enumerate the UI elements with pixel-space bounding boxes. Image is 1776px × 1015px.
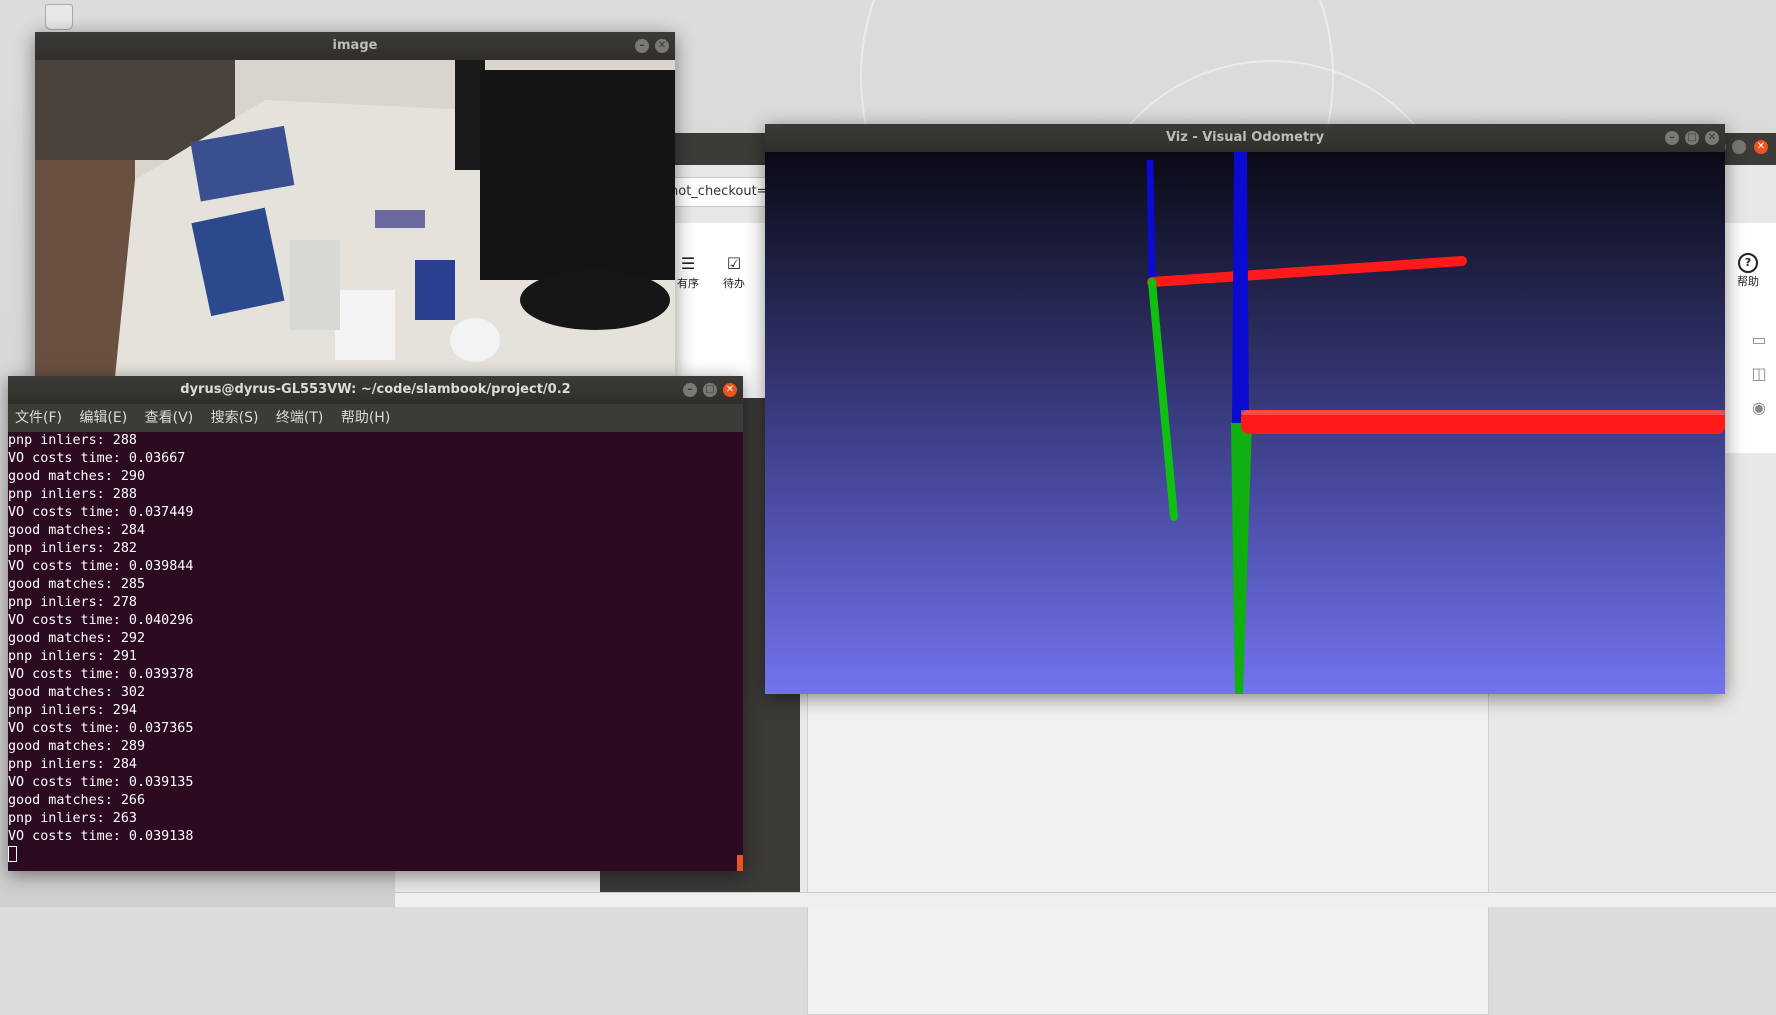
maximize-icon[interactable]: □ — [1685, 131, 1699, 145]
camera-x-axis — [1147, 256, 1467, 287]
terminal-line: pnp inliers: 288 — [8, 487, 137, 502]
menu-view[interactable]: 查看(V) — [145, 410, 194, 426]
terminal-line: good matches: 289 — [8, 739, 146, 754]
terminal-line: good matches: 290 — [8, 469, 146, 484]
layout-icon[interactable]: ▭ — [1742, 323, 1776, 357]
ordered-list-label: 有序 — [677, 277, 699, 290]
terminal-line: VO costs time: 0.039135 — [8, 775, 194, 790]
terminal-prompt[interactable] — [8, 846, 743, 864]
status-bar — [395, 892, 1776, 907]
terminal-line: good matches: 302 — [8, 685, 146, 700]
maximize-icon[interactable] — [1732, 140, 1746, 154]
terminal-line: good matches: 266 — [8, 793, 146, 808]
minimize-icon[interactable]: – — [683, 383, 697, 397]
minimize-icon[interactable]: – — [635, 39, 649, 53]
terminal-line: VO costs time: 0.040296 — [8, 613, 194, 628]
trash-icon[interactable] — [45, 4, 73, 30]
terminal-window: dyrus@dyrus-GL553VW: ~/code/slambook/pro… — [8, 376, 743, 871]
editor-page[interactable] — [807, 693, 1489, 1015]
camera-y-axis — [1148, 278, 1178, 521]
viz-scene — [1146, 152, 1725, 694]
terminal-menubar: 文件(F) 编辑(E) 查看(V) 搜索(S) 终端(T) 帮助(H) — [8, 404, 743, 432]
viz-window: Viz - Visual Odometry – □ ✕ — [765, 124, 1725, 694]
menu-terminal[interactable]: 终端(T) — [276, 410, 323, 426]
todo-list-icon: ☑ — [726, 254, 742, 273]
terminal-line: VO costs time: 0.03667 — [8, 451, 186, 466]
terminal-line: good matches: 292 — [8, 631, 146, 646]
terminal-line: pnp inliers: 284 — [8, 757, 137, 772]
world-y-axis — [1231, 423, 1252, 694]
help-icon: ? — [1738, 253, 1758, 273]
terminal-line: pnp inliers: 278 — [8, 595, 137, 610]
eye-icon[interactable]: ◉ — [1742, 391, 1776, 425]
terminal-output[interactable]: pnp inliers: 288 VO costs time: 0.03667 … — [8, 432, 743, 871]
minimize-icon[interactable]: – — [1665, 131, 1679, 145]
help-button[interactable]: ? 帮助 — [1725, 253, 1771, 289]
close-icon[interactable]: ✕ — [655, 39, 669, 53]
terminal-line: pnp inliers: 294 — [8, 703, 137, 718]
todo-list-label: 待办 — [723, 277, 745, 290]
menu-search[interactable]: 搜索(S) — [211, 410, 259, 426]
terminal-line: VO costs time: 0.039138 — [8, 829, 194, 844]
image-window-title: image — [332, 38, 378, 53]
terminal-line: VO costs time: 0.039378 — [8, 667, 194, 682]
scrollbar-thumb[interactable] — [737, 855, 743, 871]
viz-title: Viz - Visual Odometry — [1165, 130, 1325, 145]
text-cursor — [8, 846, 17, 862]
help-label: 帮助 — [1737, 275, 1759, 288]
image-window: image – ✕ — [35, 32, 675, 377]
terminal-line: pnp inliers: 291 — [8, 649, 137, 664]
terminal-line: VO costs time: 0.037449 — [8, 505, 194, 520]
terminal-line: pnp inliers: 263 — [8, 811, 137, 826]
menu-file[interactable]: 文件(F) — [15, 410, 62, 426]
viz-titlebar[interactable]: Viz - Visual Odometry – □ ✕ — [765, 124, 1725, 152]
terminal-line: good matches: 284 — [8, 523, 146, 538]
viz-3d-view[interactable] — [765, 152, 1725, 694]
terminal-title: dyrus@dyrus-GL553VW: ~/code/slambook/pro… — [180, 382, 571, 397]
terminal-line: good matches: 285 — [8, 577, 146, 592]
camera-frame — [35, 60, 675, 377]
terminal-line: pnp inliers: 282 — [8, 541, 137, 556]
camera-frame-image — [35, 60, 675, 377]
image-window-titlebar[interactable]: image – ✕ — [35, 32, 675, 60]
menu-help[interactable]: 帮助(H) — [341, 410, 390, 426]
world-x-axis-highlight — [1241, 410, 1725, 415]
close-icon[interactable]: ✕ — [1705, 131, 1719, 145]
close-icon[interactable]: ✕ — [723, 383, 737, 397]
terminal-line: VO costs time: 0.037365 — [8, 721, 194, 736]
split-view-icon[interactable]: ◫ — [1742, 357, 1776, 391]
right-sidebar-icons: ▭ ◫ ◉ — [1742, 323, 1776, 425]
terminal-line: pnp inliers: 288 — [8, 433, 137, 448]
todo-list-button[interactable]: ☑ 待办 — [711, 253, 757, 291]
camera-z-axis — [1146, 159, 1156, 283]
world-z-axis — [1232, 152, 1249, 424]
maximize-icon[interactable]: □ — [703, 383, 717, 397]
terminal-line: VO costs time: 0.039844 — [8, 559, 194, 574]
menu-edit[interactable]: 编辑(E) — [79, 410, 127, 426]
close-icon[interactable]: ✕ — [1754, 140, 1768, 154]
terminal-titlebar[interactable]: dyrus@dyrus-GL553VW: ~/code/slambook/pro… — [8, 376, 743, 404]
